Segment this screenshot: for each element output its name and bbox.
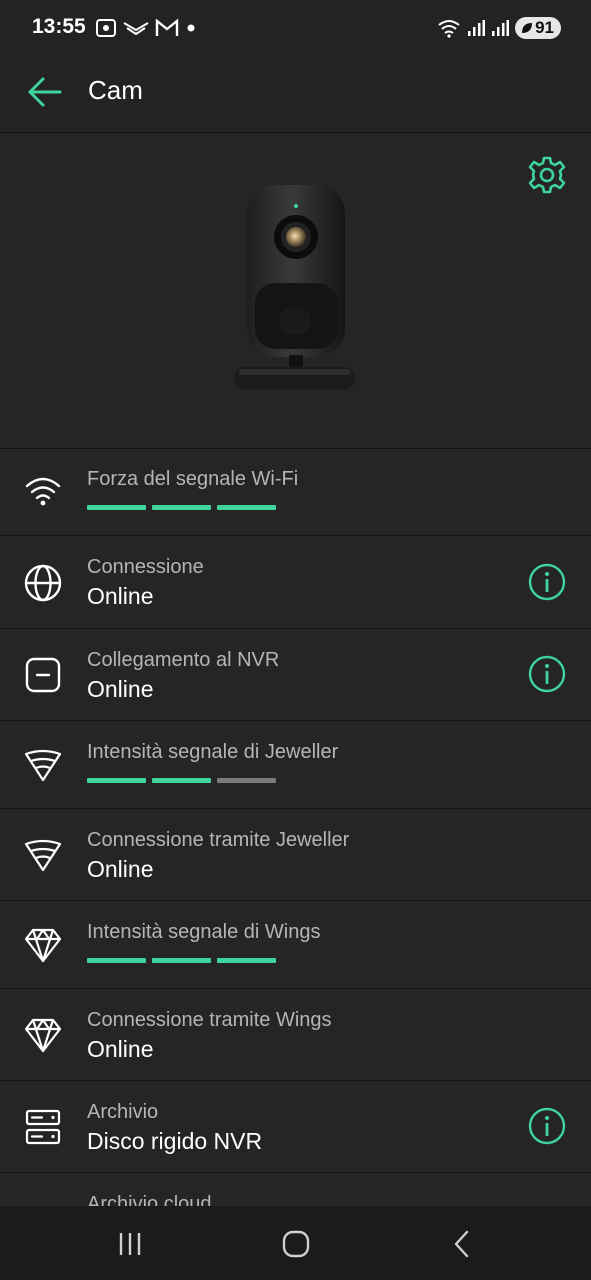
camera-device-image (235, 185, 355, 389)
signal-bar-segment (152, 958, 211, 963)
signal-bars (87, 778, 276, 783)
list-item-jeweller-connection[interactable]: Connessione tramite Jeweller Online (0, 809, 591, 901)
home-button[interactable] (276, 1224, 316, 1264)
list-item-jeweller-signal[interactable]: Intensità segnale di Jeweller (0, 721, 591, 809)
jeweller-icon (22, 834, 64, 876)
wings-icon (22, 1014, 64, 1056)
info-icon (528, 655, 566, 693)
row-label: Connessione (87, 556, 204, 578)
notification-icons (95, 17, 197, 39)
wifi-status-icon (438, 20, 460, 38)
leaf-icon (522, 23, 533, 33)
row-label: Intensità segnale di Jeweller (87, 741, 339, 763)
signal-bar-segment (217, 778, 276, 783)
app-bar: Cam (0, 58, 591, 133)
row-value: Disco rigido NVR (87, 1128, 263, 1154)
home-icon (282, 1230, 310, 1258)
row-value: Online (87, 676, 154, 702)
info-button[interactable] (527, 1106, 567, 1146)
info-icon (528, 563, 566, 601)
recents-icon (119, 1233, 141, 1255)
row-label: Intensità segnale di Wings (87, 921, 321, 943)
signal-bars (87, 505, 276, 510)
list-item-connection[interactable]: Connessione Online (0, 536, 591, 629)
nvr-icon (22, 654, 64, 696)
globe-icon (22, 562, 64, 604)
row-value: Online (87, 856, 154, 882)
row-label: Forza del segnale Wi-Fi (87, 468, 299, 490)
signal-icon (492, 20, 510, 36)
signal-bar-segment (87, 505, 146, 510)
storage-icon (22, 1106, 64, 1148)
gear-icon (528, 156, 566, 194)
row-label: Connessione tramite Wings (87, 1009, 332, 1031)
system-nav-bar (0, 1206, 591, 1280)
list-item-wifi-signal[interactable]: Forza del segnale Wi-Fi (0, 449, 591, 536)
row-value: Online (87, 1036, 154, 1062)
signal-bar-segment (152, 778, 211, 783)
dot-icon (187, 24, 195, 32)
arrow-left-icon (28, 77, 62, 107)
signal-bar-segment (87, 778, 146, 783)
signal-icon (468, 20, 486, 36)
recents-button[interactable] (110, 1224, 150, 1264)
wifi-icon (22, 471, 64, 513)
wings-icon (123, 22, 149, 36)
system-icons: 91 (437, 16, 561, 40)
nav-back-button[interactable] (442, 1224, 482, 1264)
back-icon (454, 1230, 469, 1258)
row-label: Archivio (87, 1101, 159, 1123)
row-value: Online (87, 583, 154, 609)
signal-bar-segment (152, 505, 211, 510)
jeweller-icon (22, 744, 64, 786)
list-item-wings-signal[interactable]: Intensità segnale di Wings (0, 901, 591, 989)
settings-button[interactable] (525, 153, 569, 197)
row-label: Collegamento al NVR (87, 649, 280, 671)
device-status-list: Forza del segnale Wi-Fi Connessione Onli… (0, 449, 591, 1233)
gmail-icon (155, 19, 179, 36)
info-icon (528, 1107, 566, 1145)
row-label: Connessione tramite Jeweller (87, 829, 350, 851)
status-bar: 13:55 91 (0, 0, 591, 58)
list-item-storage[interactable]: Archivio Disco rigido NVR (0, 1081, 591, 1173)
signal-bar-segment (87, 958, 146, 963)
device-hero (0, 133, 591, 449)
info-button[interactable] (527, 654, 567, 694)
signal-bars (87, 958, 276, 963)
battery-level: 91 (535, 18, 554, 37)
battery-indicator: 91 (515, 17, 561, 39)
wings-icon (22, 924, 64, 966)
signal-bar-segment (217, 505, 276, 510)
back-button[interactable] (22, 70, 66, 114)
list-item-nvr-link[interactable]: Collegamento al NVR Online (0, 629, 591, 721)
status-time: 13:55 (32, 15, 86, 38)
page-title: Cam (88, 75, 143, 105)
screenshot-icon (96, 19, 116, 37)
signal-bar-segment (217, 958, 276, 963)
info-button[interactable] (527, 562, 567, 602)
list-item-wings-connection[interactable]: Connessione tramite Wings Online (0, 989, 591, 1081)
